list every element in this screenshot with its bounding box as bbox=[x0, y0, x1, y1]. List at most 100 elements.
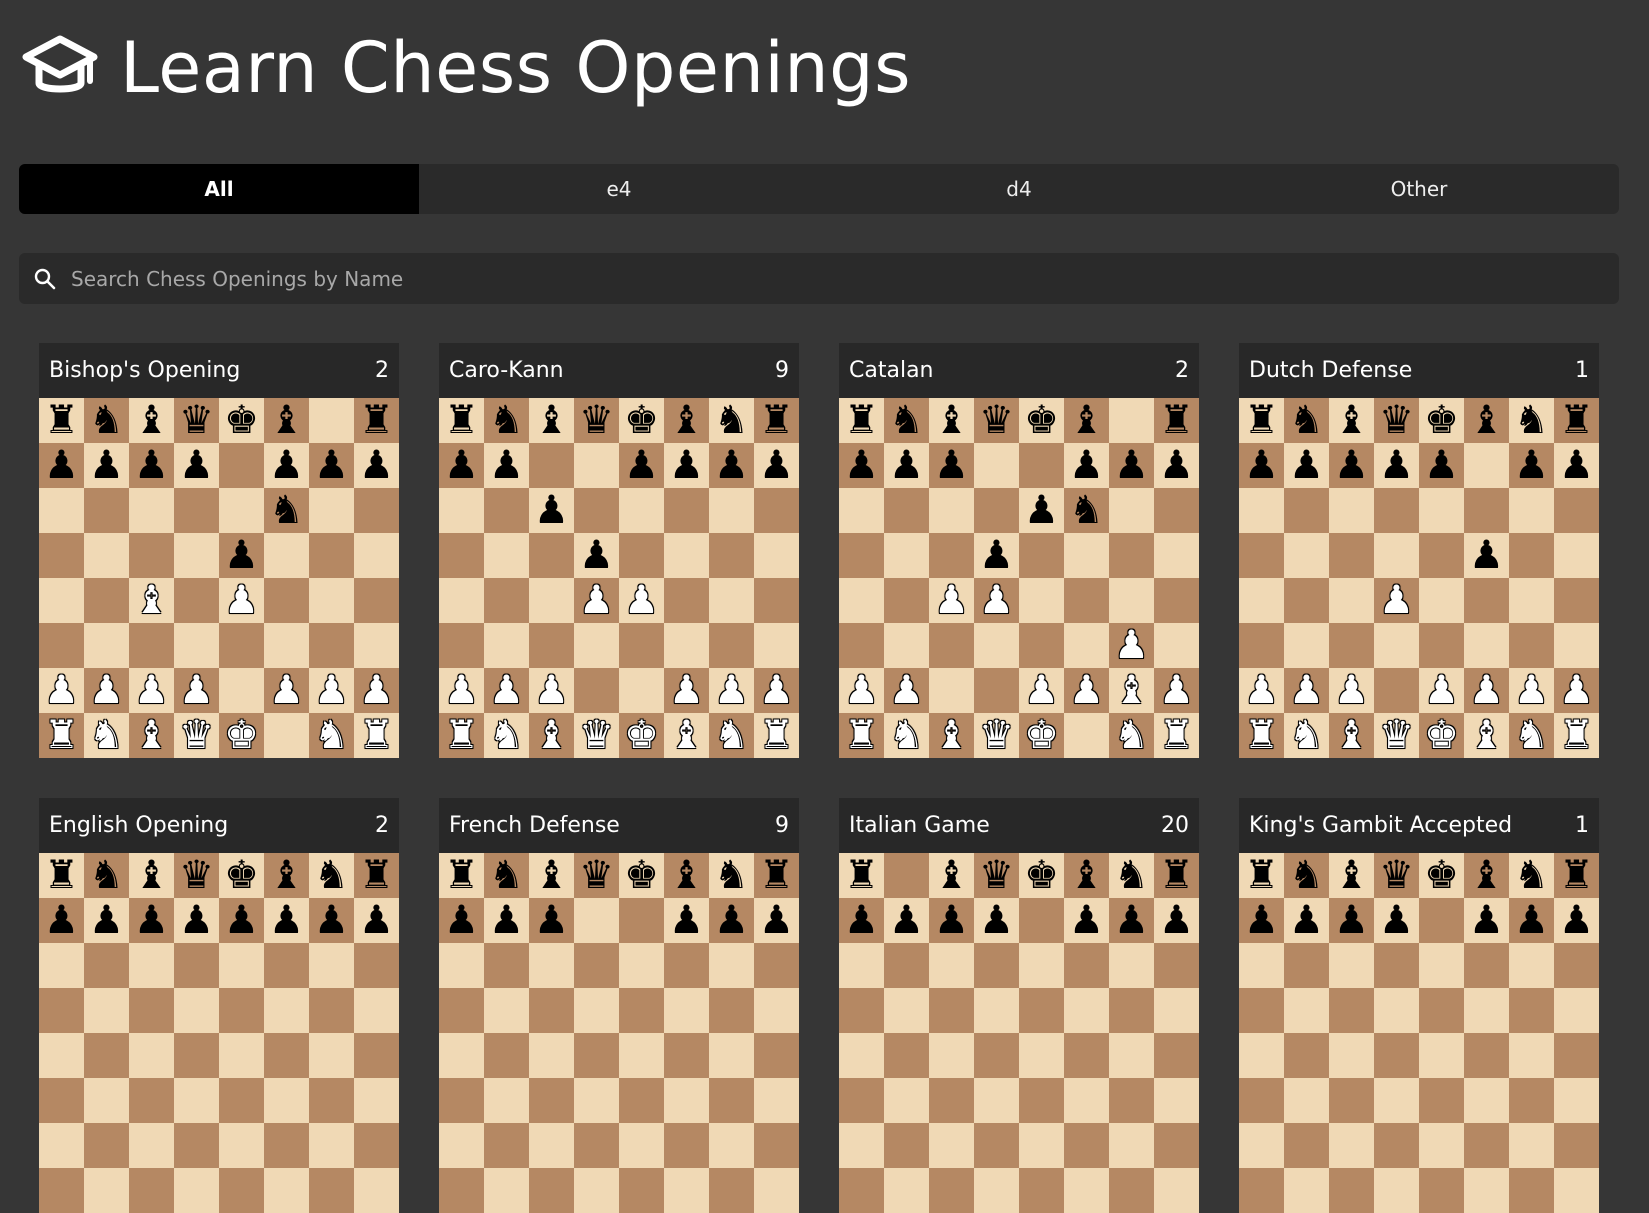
board-square bbox=[1329, 1033, 1374, 1078]
tab-all[interactable]: All bbox=[19, 164, 419, 214]
black-pawn-icon: ♟ bbox=[1114, 443, 1149, 488]
board-square: ♚ bbox=[619, 853, 664, 898]
board-square bbox=[1019, 1168, 1064, 1213]
opening-card[interactable]: French Defense 9 ♜ ♞ ♝ ♛ ♚ ♝ ♞ ♜ ♟ ♟ ♟ ♟ ♟ ♟ bbox=[439, 798, 799, 1213]
board-square bbox=[664, 578, 709, 623]
board-square: ♝ bbox=[1329, 398, 1374, 443]
board-square bbox=[174, 943, 219, 988]
board-square bbox=[884, 1078, 929, 1123]
board-square: ♟ bbox=[664, 443, 709, 488]
board-square: ♝ bbox=[264, 398, 309, 443]
white-rook-icon: ♜ bbox=[1244, 713, 1279, 758]
board-square bbox=[884, 488, 929, 533]
opening-card[interactable]: English Opening 2 ♜ ♞ ♝ ♛ ♚ ♝ ♞ ♜ ♟ ♟ ♟ ♟ ♟ ♟ ♟ ♟ bbox=[39, 798, 399, 1213]
black-bishop-icon: ♝ bbox=[934, 398, 969, 443]
black-pawn-icon: ♟ bbox=[489, 443, 524, 488]
filter-tabs: All e4 d4 Other bbox=[19, 164, 1619, 214]
page-header: Learn Chess Openings bbox=[22, 28, 911, 108]
board-square: ♟ bbox=[619, 443, 664, 488]
board-square: ♝ bbox=[129, 853, 174, 898]
opening-name: Dutch Defense bbox=[1249, 358, 1413, 383]
board-square bbox=[1554, 1078, 1599, 1123]
board-square bbox=[84, 1123, 129, 1168]
board-square: ♟ bbox=[484, 668, 529, 713]
black-pawn-icon: ♟ bbox=[534, 488, 569, 533]
board-square bbox=[1284, 578, 1329, 623]
white-rook-icon: ♜ bbox=[844, 713, 879, 758]
board-square bbox=[619, 1033, 664, 1078]
board-square bbox=[219, 1168, 264, 1213]
board-square bbox=[439, 988, 484, 1033]
board-square bbox=[174, 988, 219, 1033]
black-queen-icon: ♛ bbox=[179, 398, 214, 443]
board-square bbox=[754, 943, 799, 988]
board-square: ♜ bbox=[354, 853, 399, 898]
opening-count: 2 bbox=[375, 358, 389, 383]
board-square bbox=[439, 533, 484, 578]
board-square bbox=[309, 533, 354, 578]
tab-other[interactable]: Other bbox=[1219, 164, 1619, 214]
black-pawn-icon: ♟ bbox=[1469, 898, 1504, 943]
board-square bbox=[309, 988, 354, 1033]
white-rook-icon: ♜ bbox=[759, 713, 794, 758]
board-square: ♟ bbox=[974, 533, 1019, 578]
board-square bbox=[129, 1123, 174, 1168]
board-square: ♟ bbox=[664, 898, 709, 943]
opening-card-header: King's Gambit Accepted 1 bbox=[1239, 798, 1599, 853]
board-square bbox=[84, 488, 129, 533]
graduation-cap-icon bbox=[22, 35, 98, 93]
tab-e4[interactable]: e4 bbox=[419, 164, 819, 214]
opening-name: French Defense bbox=[449, 813, 620, 838]
white-pawn-icon: ♟ bbox=[269, 668, 304, 713]
board-square bbox=[929, 533, 974, 578]
board-square bbox=[839, 488, 884, 533]
opening-card[interactable]: Bishop's Opening 2 ♜ ♞ ♝ ♛ ♚ ♝ ♜ ♟ ♟ ♟ ♟ ♟ ♟ ♟ ♞ ♟ ♝ ♟ ♟ ♟ ♟ ♟ ♟… bbox=[39, 343, 399, 758]
opening-name: Bishop's Opening bbox=[49, 358, 241, 383]
board-square bbox=[174, 533, 219, 578]
board-square bbox=[309, 1168, 354, 1213]
board-square bbox=[974, 623, 1019, 668]
search-input[interactable] bbox=[69, 265, 1573, 292]
board-square bbox=[84, 1078, 129, 1123]
board-square bbox=[174, 623, 219, 668]
board-square bbox=[439, 578, 484, 623]
board-square bbox=[354, 1123, 399, 1168]
board-square bbox=[1154, 533, 1199, 578]
black-knight-icon: ♞ bbox=[489, 398, 524, 443]
board-square bbox=[664, 988, 709, 1033]
board-square bbox=[529, 1033, 574, 1078]
white-pawn-icon: ♟ bbox=[1424, 668, 1459, 713]
board-square bbox=[709, 1123, 754, 1168]
black-queen-icon: ♛ bbox=[979, 853, 1014, 898]
white-knight-icon: ♞ bbox=[1114, 713, 1149, 758]
board-square: ♜ bbox=[1239, 853, 1284, 898]
board-square bbox=[664, 533, 709, 578]
opening-card[interactable]: King's Gambit Accepted 1 ♜ ♞ ♝ ♛ ♚ ♝ ♞ ♜ ♟ ♟ ♟ ♟ ♟ ♟ ♟ bbox=[1239, 798, 1599, 1213]
white-pawn-icon: ♟ bbox=[224, 578, 259, 623]
board-square bbox=[974, 1033, 1019, 1078]
board-square bbox=[754, 1078, 799, 1123]
black-rook-icon: ♜ bbox=[1559, 398, 1594, 443]
black-pawn-icon: ♟ bbox=[844, 898, 879, 943]
board-square: ♟ bbox=[219, 898, 264, 943]
opening-card[interactable]: Catalan 2 ♜ ♞ ♝ ♛ ♚ ♝ ♜ ♟ ♟ ♟ ♟ ♟ ♟ ♟ ♞ ♟ ♟ ♟ ♟ ♟ ♟ ♟ ♟ ♝ ♟ ♜ ♞ ♝ ♛ ♚ ♞ ♜ bbox=[839, 343, 1199, 758]
black-pawn-icon: ♟ bbox=[1379, 898, 1414, 943]
white-rook-icon: ♜ bbox=[1559, 713, 1594, 758]
black-rook-icon: ♜ bbox=[44, 853, 79, 898]
opening-card[interactable]: Dutch Defense 1 ♜ ♞ ♝ ♛ ♚ ♝ ♞ ♜ ♟ ♟ ♟ ♟ ♟ ♟ ♟ ♟ ♟ ♟ ♟ ♟ ♟ ♟ ♟ ♟ ♜ ♞… bbox=[1239, 343, 1599, 758]
board-square bbox=[484, 578, 529, 623]
board-square: ♟ bbox=[219, 578, 264, 623]
opening-card[interactable]: Caro-Kann 9 ♜ ♞ ♝ ♛ ♚ ♝ ♞ ♜ ♟ ♟ ♟ ♟ ♟ ♟ ♟ ♟ ♟ ♟ ♟ ♟ ♟ ♟ ♟ ♟ ♜ ♞ ♝ ♛ ♚ ♝… bbox=[439, 343, 799, 758]
board-square: ♜ bbox=[354, 398, 399, 443]
opening-card[interactable]: Italian Game 20 ♜ ♝ ♛ ♚ ♝ ♞ ♜ ♟ ♟ ♟ ♟ ♟ ♟ ♟ bbox=[839, 798, 1199, 1213]
board-square: ♟ bbox=[574, 578, 619, 623]
board-square bbox=[1509, 533, 1554, 578]
black-rook-icon: ♜ bbox=[359, 398, 394, 443]
board-square bbox=[354, 533, 399, 578]
tab-d4[interactable]: d4 bbox=[819, 164, 1219, 214]
board-square: ♟ bbox=[39, 898, 84, 943]
board-square bbox=[1064, 1078, 1109, 1123]
board-square: ♞ bbox=[1109, 713, 1154, 758]
board-square bbox=[309, 1078, 354, 1123]
board-square bbox=[1284, 488, 1329, 533]
